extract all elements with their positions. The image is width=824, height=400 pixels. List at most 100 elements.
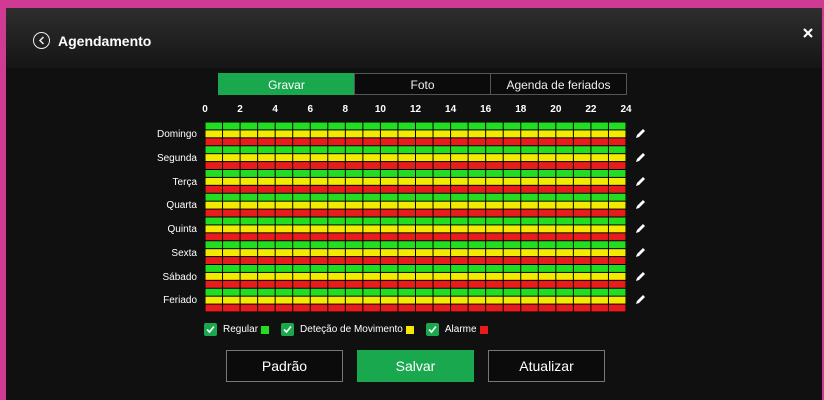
schedule-cell[interactable]: [433, 154, 451, 162]
schedule-cell[interactable]: [275, 162, 293, 169]
schedule-cell[interactable]: [468, 233, 486, 241]
schedule-cell[interactable]: [205, 257, 223, 264]
schedule-cell[interactable]: [328, 130, 345, 138]
schedule-cell[interactable]: [503, 296, 521, 304]
schedule-cell[interactable]: [205, 201, 223, 209]
schedule-cell[interactable]: [468, 241, 486, 249]
schedule-cell[interactable]: [328, 217, 345, 225]
schedule-cell[interactable]: [521, 130, 538, 138]
schedule-cell[interactable]: [328, 177, 345, 185]
schedule-cell[interactable]: [521, 304, 538, 312]
schedule-cell[interactable]: [556, 154, 573, 162]
schedule-cell[interactable]: [503, 280, 521, 288]
schedule-cell[interactable]: [451, 162, 468, 169]
schedule-cell[interactable]: [240, 225, 258, 233]
schedule-cell[interactable]: [205, 241, 223, 249]
schedule-cell[interactable]: [416, 130, 433, 138]
schedule-cell[interactable]: [573, 122, 591, 130]
schedule-cell[interactable]: [345, 170, 363, 177]
schedule-cell[interactable]: [503, 154, 521, 162]
close-button[interactable]: [800, 25, 816, 41]
schedule-cell[interactable]: [503, 170, 521, 177]
schedule-cell[interactable]: [293, 201, 310, 209]
schedule-cell[interactable]: [258, 138, 275, 146]
schedule-cell[interactable]: [258, 162, 275, 169]
schedule-cell[interactable]: [363, 138, 380, 146]
schedule-cell[interactable]: [538, 122, 556, 130]
schedule-cell[interactable]: [468, 304, 486, 312]
schedule-cell[interactable]: [556, 122, 573, 130]
schedule-cell[interactable]: [310, 249, 328, 257]
schedule-cell[interactable]: [451, 146, 468, 154]
schedule-cell[interactable]: [275, 138, 293, 146]
schedule-cell[interactable]: [345, 138, 363, 146]
schedule-cell[interactable]: [398, 304, 415, 312]
schedule-cell[interactable]: [240, 122, 258, 130]
schedule-cell[interactable]: [573, 249, 591, 257]
schedule-cell[interactable]: [503, 265, 521, 272]
schedule-cell[interactable]: [608, 154, 626, 162]
schedule-cell[interactable]: [556, 257, 573, 264]
schedule-cell[interactable]: [486, 154, 503, 162]
schedule-cell[interactable]: [258, 249, 275, 257]
schedule-cell[interactable]: [468, 201, 486, 209]
schedule-cell[interactable]: [556, 162, 573, 169]
schedule-cell[interactable]: [591, 288, 608, 296]
schedule-cell[interactable]: [468, 217, 486, 225]
pencil-icon[interactable]: [634, 127, 646, 139]
schedule-cell[interactable]: [433, 233, 451, 241]
schedule-cell[interactable]: [258, 257, 275, 264]
schedule-cell[interactable]: [205, 217, 223, 225]
schedule-cell[interactable]: [503, 217, 521, 225]
schedule-cell[interactable]: [398, 249, 415, 257]
schedule-cell[interactable]: [538, 185, 556, 193]
schedule-cell[interactable]: [398, 162, 415, 169]
schedule-cell[interactable]: [416, 280, 433, 288]
schedule-cell[interactable]: [468, 193, 486, 201]
schedule-cell[interactable]: [380, 162, 398, 169]
schedule-cell[interactable]: [345, 296, 363, 304]
schedule-cell[interactable]: [433, 193, 451, 201]
schedule-cell[interactable]: [573, 225, 591, 233]
schedule-cell[interactable]: [345, 217, 363, 225]
schedule-cell[interactable]: [503, 233, 521, 241]
schedule-cell[interactable]: [416, 217, 433, 225]
schedule-cell[interactable]: [240, 233, 258, 241]
schedule-cell[interactable]: [293, 241, 310, 249]
schedule-cell[interactable]: [293, 280, 310, 288]
schedule-cell[interactable]: [380, 265, 398, 272]
schedule-cell[interactable]: [275, 185, 293, 193]
schedule-cell[interactable]: [363, 272, 380, 280]
schedule-cell[interactable]: [486, 185, 503, 193]
schedule-cell[interactable]: [503, 162, 521, 169]
schedule-cell[interactable]: [345, 280, 363, 288]
schedule-cell[interactable]: [275, 288, 293, 296]
schedule-cell[interactable]: [486, 146, 503, 154]
schedule-cell[interactable]: [310, 296, 328, 304]
schedule-cell[interactable]: [275, 201, 293, 209]
schedule-cell[interactable]: [380, 257, 398, 264]
schedule-cell[interactable]: [538, 249, 556, 257]
schedule-cell[interactable]: [503, 209, 521, 217]
schedule-cell[interactable]: [416, 233, 433, 241]
schedule-cell[interactable]: [363, 201, 380, 209]
schedule-cell[interactable]: [433, 296, 451, 304]
schedule-cell[interactable]: [240, 272, 258, 280]
schedule-cell[interactable]: [591, 193, 608, 201]
schedule-cell[interactable]: [538, 146, 556, 154]
schedule-cell[interactable]: [205, 304, 223, 312]
schedule-cell[interactable]: [380, 217, 398, 225]
schedule-cell[interactable]: [205, 122, 223, 130]
schedule-cell[interactable]: [591, 233, 608, 241]
schedule-cell[interactable]: [223, 217, 240, 225]
schedule-cell[interactable]: [258, 272, 275, 280]
schedule-cell[interactable]: [363, 170, 380, 177]
schedule-cell[interactable]: [240, 201, 258, 209]
schedule-cell[interactable]: [608, 280, 626, 288]
schedule-cell[interactable]: [468, 265, 486, 272]
schedule-cell[interactable]: [310, 272, 328, 280]
tab-gravar[interactable]: Gravar: [218, 73, 355, 95]
schedule-cell[interactable]: [328, 241, 345, 249]
schedule-cell[interactable]: [556, 177, 573, 185]
schedule-cell[interactable]: [503, 241, 521, 249]
